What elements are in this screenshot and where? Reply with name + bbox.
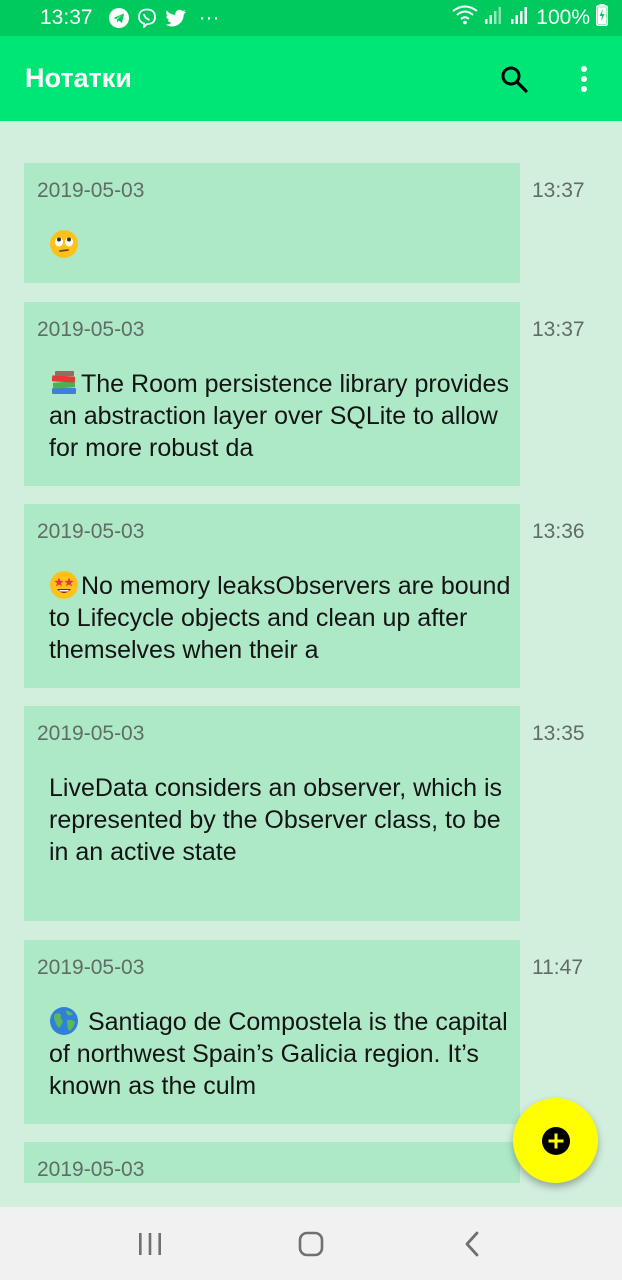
battery-text: 100% — [536, 6, 590, 29]
note-text: Santiago de Compostela is the capital of… — [49, 1006, 511, 1102]
notes-list[interactable]: 2019-05-03 13:37 2019-05-03 13:37 The Ro… — [0, 121, 622, 1183]
star-struck-emoji — [50, 571, 78, 599]
note-text-content: LiveData considers an observer, which is… — [49, 774, 503, 866]
status-time: 13:37 — [40, 6, 93, 29]
home-button[interactable] — [281, 1214, 341, 1274]
note-date: 2019-05-03 — [37, 318, 145, 341]
add-note-button[interactable] — [513, 1098, 598, 1183]
wifi-icon — [452, 5, 478, 31]
note-time: 13:37 — [532, 318, 585, 341]
note-text — [49, 229, 511, 261]
more-vert-icon — [581, 65, 587, 92]
twitter-icon — [165, 8, 187, 28]
note-item[interactable]: 2019-05-03 13:37 — [24, 163, 602, 283]
signal-icon — [484, 5, 504, 31]
add-icon — [541, 1126, 570, 1155]
search-icon — [501, 66, 528, 93]
navigation-bar — [0, 1207, 622, 1280]
signal-icon — [510, 5, 530, 31]
note-time: 13:37 — [532, 179, 585, 202]
battery-charging-icon — [596, 4, 608, 32]
telegram-icon — [108, 8, 129, 28]
note-item[interactable]: 2019-05-03 13:35 LiveData considers an o… — [24, 706, 602, 921]
note-date: 2019-05-03 — [37, 1158, 145, 1181]
note-date: 2019-05-03 — [37, 956, 145, 979]
recent-apps-button[interactable] — [120, 1214, 180, 1274]
note-text: The Room persistence library provides an… — [49, 368, 511, 464]
recent-apps-icon — [139, 1232, 162, 1255]
status-bar: 13:37 ··· 100% — [0, 0, 622, 36]
note-text: No memory leaksObservers are bound to Li… — [49, 570, 511, 666]
note-text: LiveData considers an observer, which is… — [49, 772, 511, 868]
note-text-content: Santiago de Compostela is the capital of… — [49, 1008, 508, 1100]
books-emoji — [51, 371, 76, 394]
note-text-content: The Room persistence library provides an… — [49, 370, 509, 462]
note-item[interactable]: 2019-05-03 13:36 No memory leaksObserver… — [24, 504, 602, 688]
note-time: 13:35 — [532, 722, 585, 745]
home-icon — [298, 1231, 324, 1256]
note-date: 2019-05-03 — [37, 520, 145, 543]
face-with-rolling-eyes-emoji — [50, 230, 78, 258]
back-button[interactable] — [442, 1214, 502, 1274]
note-item[interactable]: 2019-05-03 11:47 Santiago de Compostela … — [24, 940, 602, 1124]
note-time: 11:47 — [532, 956, 583, 979]
app-title: Нотатки — [25, 63, 132, 93]
back-icon — [465, 1231, 479, 1256]
app-screen: 13:37 ··· 100% Нотатки 2019-05-03 13:37 … — [0, 0, 622, 1280]
search-button[interactable] — [492, 57, 536, 101]
globe-emoji — [50, 1007, 78, 1035]
note-item[interactable]: 2019-05-03 13:37 The Room persistence li… — [24, 302, 602, 486]
note-text-content: No memory leaksObservers are bound to Li… — [49, 572, 511, 664]
app-bar: Нотатки — [0, 36, 622, 121]
more-options-button[interactable] — [562, 57, 606, 101]
note-date: 2019-05-03 — [37, 722, 145, 745]
viber-icon — [137, 8, 157, 28]
more-notifications-dots: ··· — [198, 6, 220, 29]
note-time: 13:36 — [532, 520, 585, 543]
note-date: 2019-05-03 — [37, 179, 145, 202]
